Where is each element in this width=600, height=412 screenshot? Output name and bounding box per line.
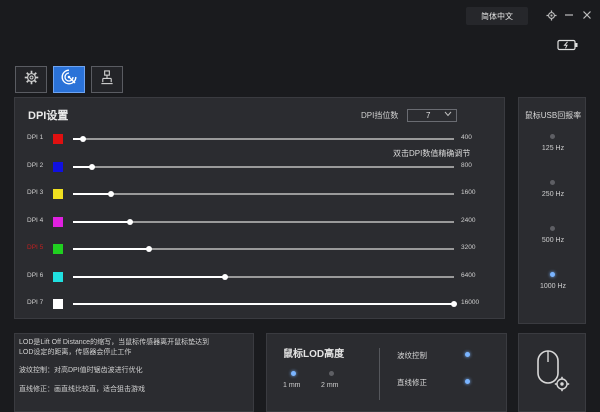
dpi-value[interactable]: 1600	[461, 189, 475, 196]
toggle-on-icon	[465, 379, 470, 384]
radio-unselected-icon	[550, 226, 555, 231]
tab-performance[interactable]	[53, 66, 85, 93]
minimize-icon[interactable]	[562, 8, 576, 22]
polling-rate-option[interactable]: 500 Hz	[519, 226, 587, 250]
dpi-level-label: DPI 7	[27, 299, 44, 306]
polling-rate-label: 1000 Hz	[539, 283, 567, 290]
polling-rate-option[interactable]: 250 Hz	[519, 180, 587, 204]
dpi-color-swatch[interactable]	[53, 299, 63, 309]
dpi-slider-track[interactable]	[73, 193, 454, 195]
radio-unselected-icon	[550, 180, 555, 185]
lod-option-1mm[interactable]: 1 mm	[283, 371, 323, 395]
polling-rate-label: 500 Hz	[541, 237, 565, 244]
dpi-level-label: DPI 6	[27, 271, 44, 279]
mouse-settings-icon[interactable]	[535, 348, 571, 394]
dpi-level-label: DPI 2	[27, 161, 44, 169]
dpi-slider-fill	[73, 193, 112, 195]
dpi-color-swatch[interactable]	[53, 244, 63, 254]
dpi-settings-title: DPI设置	[28, 110, 69, 122]
dpi-slider-handle[interactable]	[79, 136, 86, 142]
tab-macro[interactable]	[91, 66, 123, 93]
dpi-level-label: DPI 4	[27, 216, 44, 224]
toggle-angle-snapping[interactable]: 直线修正	[397, 377, 497, 387]
dpi-slider-handle[interactable]	[146, 246, 153, 252]
dpi-value[interactable]: 400	[461, 134, 472, 141]
dpi-hint-text: 双击DPI数值精确调节	[393, 149, 471, 158]
lod-option-label: 1 mm	[283, 382, 301, 389]
toggle-on-icon	[465, 352, 470, 357]
dpi-slider-fill	[73, 220, 131, 223]
dpi-count-value: 7	[426, 111, 431, 120]
lod-info-panel: LOD是Lift Off Distance的缩写，当鼠标传感器离开鼠标垫达到 L…	[14, 333, 254, 412]
dpi-slider-track[interactable]	[73, 165, 454, 168]
info-line: LOD设定的距离，传感器会停止工作	[19, 349, 132, 356]
dpi-color-swatch[interactable]	[53, 271, 63, 282]
dpi-row-6: DPI 6 6400	[15, 270, 506, 284]
dpi-settings-panel: DPI设置 DPI挡位数 7 双击DPI数值精确调节 DPI 1 400 DPI 2…	[14, 97, 505, 319]
lod-height-panel: 鼠标LOD高度 1 mm 2 mm 波纹控制 直线修正	[266, 333, 507, 412]
battery-charging-icon	[557, 38, 579, 51]
dpi-row-7: DPI 7 16000	[15, 297, 506, 311]
dpi-count-select[interactable]: 7	[407, 109, 457, 122]
lod-height-title: 鼠标LOD高度	[283, 349, 345, 360]
dpi-row-3: DPI 3 1600	[15, 187, 506, 201]
dpi-slider-fill	[73, 275, 226, 278]
dpi-slider-handle[interactable]	[108, 191, 115, 197]
dpi-value[interactable]: 16000	[461, 299, 479, 306]
dpi-slider-handle[interactable]	[222, 273, 229, 280]
polling-rate-title: 鼠标USB回报率	[524, 111, 582, 120]
settings-gear-icon[interactable]	[544, 8, 558, 22]
lod-option-label: 2 mm	[321, 382, 339, 389]
divider	[379, 348, 380, 400]
info-line: 直线修正：画直线比较直，适合狙击游戏	[19, 386, 145, 393]
toggle-ripple-control[interactable]: 波纹控制	[397, 350, 497, 360]
dpi-level-label: DPI 5	[27, 244, 44, 251]
dpi-color-swatch[interactable]	[53, 216, 63, 227]
dpi-row-2: DPI 2 800	[15, 160, 506, 174]
dpi-slider-handle[interactable]	[451, 301, 457, 307]
dpi-value[interactable]: 3200	[461, 244, 475, 251]
radio-unselected-icon	[550, 134, 555, 139]
dpi-slider-fill	[73, 303, 454, 305]
dpi-slider-handle[interactable]	[127, 218, 134, 225]
macro-icon	[100, 69, 114, 90]
polling-rate-option[interactable]: 125 Hz	[519, 134, 587, 158]
dpi-row-4: DPI 4 2400	[15, 215, 506, 229]
dpi-slider-fill	[73, 248, 150, 250]
info-line: 波纹控制：对高DPI值时锯齿波进行优化	[19, 367, 143, 374]
tab-settings[interactable]	[15, 66, 47, 93]
polling-rate-panel: 鼠标USB回报率 125 Hz 250 Hz 500 Hz 1000 Hz	[518, 97, 586, 324]
dpi-count-label: DPI挡位数	[361, 111, 399, 120]
polling-rate-option[interactable]: 1000 Hz	[519, 272, 587, 296]
title-bar: 简体中文	[0, 0, 600, 60]
dpi-slider-track[interactable]	[73, 138, 454, 140]
chevron-down-icon	[444, 111, 452, 119]
toggle-label: 波纹控制	[397, 351, 427, 360]
close-icon[interactable]	[580, 8, 594, 22]
target-icon	[61, 69, 77, 90]
info-line: LOD是Lift Off Distance的缩写，当鼠标传感器离开鼠标垫达到	[19, 339, 210, 346]
language-selector[interactable]: 简体中文	[466, 7, 528, 25]
dpi-value[interactable]: 6400	[461, 272, 475, 279]
dpi-row-5: DPI 5 3200	[15, 242, 506, 256]
dpi-level-label: DPI 1	[27, 134, 44, 141]
dpi-color-swatch[interactable]	[53, 161, 63, 172]
toggle-label: 直线修正	[397, 378, 427, 387]
dpi-value[interactable]: 2400	[461, 217, 475, 224]
dpi-row-1: DPI 1 400	[15, 132, 506, 146]
radio-selected-icon	[291, 371, 296, 376]
dpi-slider-handle[interactable]	[89, 163, 96, 170]
device-panel[interactable]	[518, 333, 586, 412]
lod-option-2mm[interactable]: 2 mm	[321, 371, 361, 395]
dpi-color-swatch[interactable]	[53, 189, 63, 199]
dpi-color-swatch[interactable]	[53, 134, 63, 144]
gear-icon	[24, 70, 39, 90]
radio-unselected-icon	[329, 371, 334, 376]
dpi-value[interactable]: 800	[461, 162, 472, 169]
radio-selected-icon	[550, 272, 555, 277]
polling-rate-label: 125 Hz	[541, 145, 565, 152]
dpi-level-label: DPI 3	[27, 189, 44, 196]
polling-rate-label: 250 Hz	[541, 191, 565, 198]
